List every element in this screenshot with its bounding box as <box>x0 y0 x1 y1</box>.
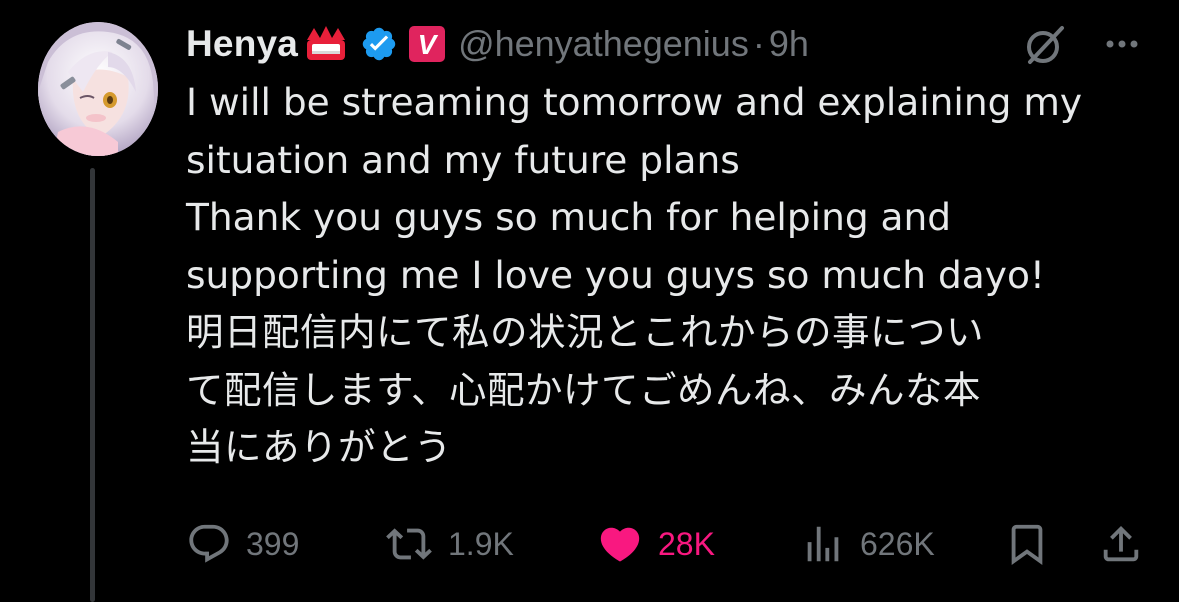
tweet-text-line: 明日配信内にて私の状況とこれからの事につい <box>186 310 984 354</box>
display-name[interactable]: Henya <box>186 23 298 65</box>
crown-icon <box>307 26 346 60</box>
tweet-text-line: supporting me I love you guys so much da… <box>186 252 1045 297</box>
avatar[interactable] <box>38 22 158 156</box>
reply-button[interactable]: 399 <box>186 516 299 572</box>
grok-button[interactable] <box>1022 22 1068 68</box>
like-button[interactable]: 28K <box>596 516 715 572</box>
verified-badge[interactable] <box>360 25 398 63</box>
user-handle[interactable]: @henyathegenius <box>458 23 749 65</box>
tweet[interactable]: Henya V @henyathegenius · 9h I will be s… <box>0 0 1179 602</box>
affiliate-letter: V <box>418 29 439 60</box>
affiliate-v-icon: V <box>409 26 446 62</box>
timestamp[interactable]: 9h <box>769 23 809 65</box>
affiliate-badge[interactable]: V <box>408 25 446 63</box>
repost-icon <box>386 528 432 560</box>
tweet-text-line: I will be streaming tomorrow and explain… <box>186 80 1083 124</box>
share-button[interactable] <box>1098 516 1144 572</box>
tweet-text-line: て配信します、心配かけてごめんね、みんな本 <box>186 367 981 412</box>
grok-icon <box>1027 26 1064 64</box>
repost-button[interactable]: 1.9K <box>384 516 514 572</box>
reply-icon <box>189 524 229 563</box>
avatar-image <box>38 22 158 156</box>
tweet-text: I will be streaming tomorrow and explain… <box>186 74 1146 477</box>
crown-emoji-badge <box>304 24 348 64</box>
views-count: 626K <box>860 525 935 562</box>
bookmark-icon <box>1011 524 1043 565</box>
bookmark-button[interactable] <box>1004 516 1050 572</box>
thread-connector-line <box>90 168 95 602</box>
more-dots-icon <box>1106 40 1138 48</box>
tweet-text-line: situation and my future plans <box>186 137 740 182</box>
reply-count: 399 <box>246 525 300 562</box>
more-options-button[interactable] <box>1098 24 1146 64</box>
share-icon <box>1103 525 1139 562</box>
separator-dot: · <box>752 23 765 64</box>
views-button[interactable]: 626K <box>800 516 935 572</box>
views-chart-icon <box>807 526 839 562</box>
verified-check-icon <box>362 27 396 61</box>
repost-count: 1.9K <box>448 525 514 562</box>
heart-filled-icon <box>600 527 640 562</box>
tweet-text-line: 当にありがとう <box>186 425 452 469</box>
like-count: 28K <box>658 525 715 562</box>
tweet-text-line: Thank you guys so much for helping and <box>186 195 952 239</box>
action-bar: 399 1.9K 28K 626K <box>186 516 1146 572</box>
tweet-header: Henya V @henyathegenius · 9h <box>186 18 809 70</box>
